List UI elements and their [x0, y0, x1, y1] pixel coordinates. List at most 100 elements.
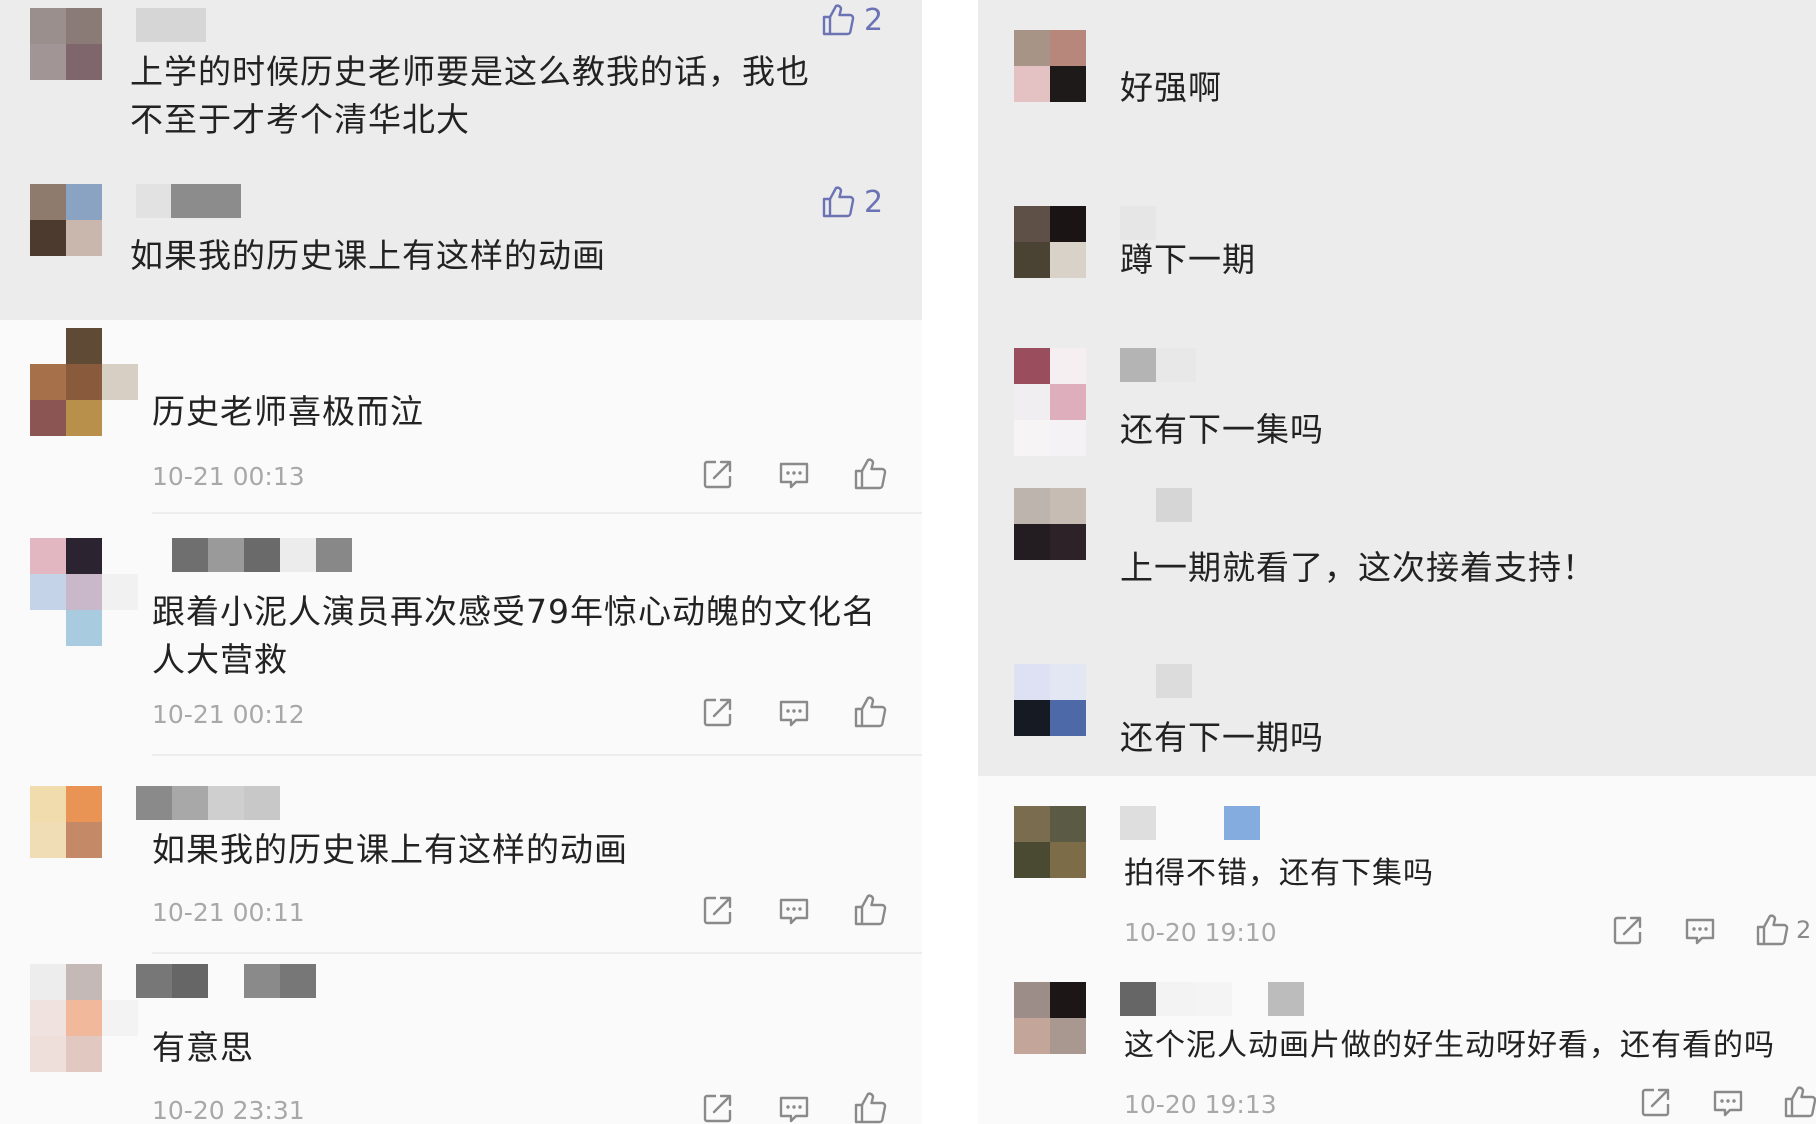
comment-text: 这个泥人动画片做的好生动呀好看，还有看的吗 — [1124, 1028, 1775, 1063]
avatar[interactable] — [30, 328, 138, 436]
comment-text: 有意思 — [152, 1028, 254, 1067]
reply-button[interactable] — [776, 456, 812, 492]
username[interactable] — [1156, 664, 1192, 698]
share-button[interactable] — [700, 1090, 736, 1124]
comment-item: 好强啊 — [978, 0, 1816, 170]
thumbs-up-icon — [852, 892, 888, 928]
timestamp: 10-21 00:11 — [152, 898, 305, 927]
comment-item: 有意思 10-20 23:31 — [0, 954, 922, 1124]
comment-text: 上学的时候历史老师要是这么教我的话，我也 不至于才考个清华北大 — [130, 52, 810, 139]
comment-item: 2 上学的时候历史老师要是这么教我的话，我也 不至于才考个清华北大 — [0, 0, 922, 160]
comment-text: 历史老师喜极而泣 — [152, 392, 424, 431]
thumbs-up-icon — [820, 184, 856, 220]
like-count: 2 — [864, 184, 884, 220]
timestamp: 10-21 00:13 — [152, 462, 305, 491]
username[interactable] — [172, 538, 352, 572]
comment-text: 还有下一期吗 — [1120, 718, 1324, 757]
share-button[interactable] — [700, 456, 736, 492]
comment-item: 还有下一期吗 — [978, 660, 1816, 776]
like-button[interactable] — [852, 694, 888, 730]
comment-item: 上一期就看了，这次接着支持！ — [978, 480, 1816, 660]
reply-icon — [1710, 1084, 1746, 1120]
reply-icon — [776, 1090, 812, 1124]
username[interactable] — [1120, 806, 1260, 840]
comment-item: 如果我的历史课上有这样的动画 10-21 00:11 — [0, 756, 922, 952]
comment-text: 上一期就看了，这次接着支持！ — [1120, 548, 1596, 587]
share-icon — [700, 1090, 736, 1124]
comment-item: 蹲下一期 — [978, 170, 1816, 340]
like-button[interactable] — [1782, 1084, 1816, 1120]
panel-separator — [922, 0, 978, 1124]
comment-item: 2 如果我的历史课上有这样的动画 — [0, 160, 922, 320]
share-button[interactable] — [1638, 1084, 1674, 1120]
left-comment-panel: 2 上学的时候历史老师要是这么教我的话，我也 不至于才考个清华北大 2 如果我的… — [0, 0, 922, 1124]
username[interactable] — [1120, 982, 1304, 1016]
comment-text: 如果我的历史课上有这样的动画 — [130, 236, 606, 275]
username[interactable] — [136, 964, 316, 998]
comment-item: 历史老师喜极而泣 10-21 00:13 — [0, 320, 922, 512]
avatar[interactable] — [30, 964, 138, 1072]
share-icon — [700, 892, 736, 928]
share-icon — [1610, 912, 1646, 948]
like-button[interactable] — [852, 456, 888, 492]
comment-item: 跟着小泥人演员再次感受79年惊心动魄的文化名 人大营救 10-21 00:12 — [0, 514, 922, 754]
comment-item: 拍得不错，还有下集吗 10-20 19:10 2 — [978, 776, 1816, 966]
like-count: 2 — [864, 2, 884, 38]
avatar[interactable] — [1014, 206, 1086, 278]
username[interactable] — [136, 184, 241, 218]
comment-actions: 2 — [1610, 912, 1811, 948]
thumbs-up-icon — [1754, 912, 1790, 948]
comment-item: 这个泥人动画片做的好生动呀好看，还有看的吗 10-20 19:13 — [978, 966, 1816, 1124]
thumbs-up-icon — [852, 456, 888, 492]
avatar[interactable] — [1014, 982, 1086, 1054]
reply-button[interactable] — [776, 694, 812, 730]
reply-icon — [776, 892, 812, 928]
reply-button[interactable] — [1682, 912, 1718, 948]
avatar[interactable] — [1014, 488, 1086, 560]
like-button[interactable] — [852, 892, 888, 928]
comment-text: 如果我的历史课上有这样的动画 — [152, 830, 628, 869]
username[interactable] — [1120, 348, 1232, 382]
comment-text: 拍得不错，还有下集吗 — [1124, 856, 1434, 891]
comment-actions — [700, 1090, 888, 1124]
avatar[interactable] — [30, 538, 138, 646]
comment-actions — [700, 456, 888, 492]
comment-text: 蹲下一期 — [1120, 240, 1256, 279]
like-button[interactable] — [852, 1090, 888, 1124]
username[interactable] — [136, 8, 206, 42]
share-button[interactable] — [1610, 912, 1646, 948]
avatar[interactable] — [30, 184, 102, 256]
like-button[interactable]: 2 — [820, 2, 883, 38]
thumbs-up-icon — [1782, 1084, 1816, 1120]
timestamp: 10-20 23:31 — [152, 1096, 305, 1124]
username[interactable] — [1156, 488, 1192, 522]
like-button[interactable]: 2 — [820, 184, 883, 220]
share-button[interactable] — [700, 694, 736, 730]
username[interactable] — [136, 786, 280, 820]
timestamp: 10-20 19:13 — [1124, 1090, 1277, 1119]
comment-actions — [1638, 1084, 1816, 1120]
reply-button[interactable] — [776, 892, 812, 928]
avatar[interactable] — [1014, 348, 1086, 456]
username[interactable] — [1120, 206, 1156, 240]
reply-icon — [776, 694, 812, 730]
reply-button[interactable] — [1710, 1084, 1746, 1120]
avatar[interactable] — [1014, 664, 1086, 736]
avatar[interactable] — [30, 8, 102, 80]
avatar[interactable] — [30, 786, 102, 858]
comment-item: 还有下一集吗 — [978, 340, 1816, 480]
reply-button[interactable] — [776, 1090, 812, 1124]
timestamp: 10-21 00:12 — [152, 700, 305, 729]
comment-actions — [700, 892, 888, 928]
comment-text: 还有下一集吗 — [1120, 410, 1324, 449]
share-icon — [700, 694, 736, 730]
comment-text: 跟着小泥人演员再次感受79年惊心动魄的文化名 人大营救 — [152, 592, 876, 679]
avatar[interactable] — [1014, 806, 1086, 878]
share-button[interactable] — [700, 892, 736, 928]
thumbs-up-icon — [820, 2, 856, 38]
avatar[interactable] — [1014, 30, 1086, 102]
thumbs-up-icon — [852, 694, 888, 730]
reply-icon — [776, 456, 812, 492]
like-button[interactable]: 2 — [1754, 912, 1811, 948]
comment-actions — [700, 694, 888, 730]
